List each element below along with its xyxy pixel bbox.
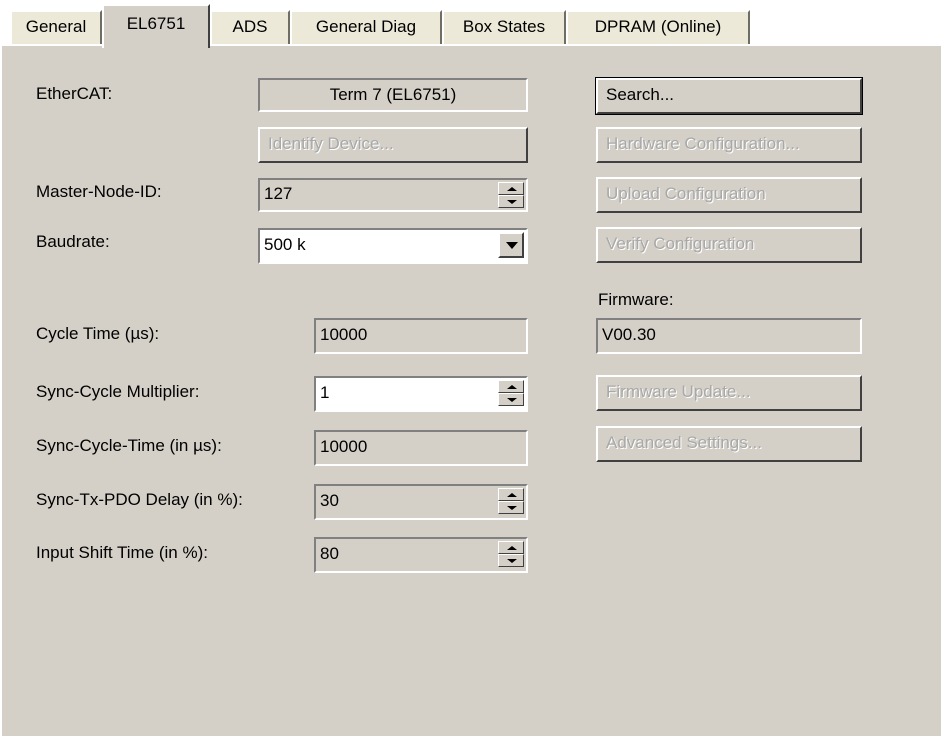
spin-up-icon[interactable] [498,182,524,195]
cycle-time-field: 10000 [314,318,528,354]
spin-up-icon[interactable] [498,488,524,501]
input-shift-time-input[interactable]: 80 [314,537,528,573]
master-node-id-value: 127 [264,184,293,203]
master-node-id-label: Master-Node-ID: [36,182,162,201]
spin-down-icon[interactable] [498,393,524,406]
upload-configuration-button[interactable]: Upload Configuration [596,177,862,213]
verify-configuration-button[interactable]: Verify Configuration [596,227,862,263]
search-button[interactable]: Search... [595,77,863,115]
sync-cycle-time-label: Sync-Cycle-Time (in µs): [36,436,222,455]
spin-up-icon[interactable] [498,380,524,393]
tab-ads[interactable]: ADS [210,10,290,44]
firmware-label: Firmware: [598,290,674,309]
sync-cycle-time-field: 10000 [314,430,528,466]
sync-cycle-multiplier-label: Sync-Cycle Multiplier: [36,382,200,401]
sync-tx-pdo-delay-stepper[interactable] [498,488,524,514]
master-node-id-input[interactable]: 127 [258,178,528,212]
identify-device-button[interactable]: Identify Device... [258,127,528,163]
baudrate-label: Baudrate: [36,232,110,251]
tab-dpram-online[interactable]: DPRAM (Online) [566,10,750,44]
sync-cycle-multiplier-value: 1 [320,383,330,402]
ethercat-label: EtherCAT: [36,84,113,103]
sync-tx-pdo-delay-input[interactable]: 30 [314,484,528,520]
master-node-id-stepper[interactable] [498,182,524,208]
chevron-down-icon[interactable] [498,232,524,258]
sync-tx-pdo-delay-label: Sync-Tx-PDO Delay (in %): [36,490,243,509]
hardware-configuration-button[interactable]: Hardware Configuration... [596,127,862,163]
input-shift-time-label: Input Shift Time (in %): [36,543,208,562]
firmware-version-field: V00.30 [596,318,862,354]
advanced-settings-button[interactable]: Advanced Settings... [596,426,862,462]
ethercat-device-field: Term 7 (EL6751) [258,78,528,112]
baudrate-value: 500 k [264,235,306,254]
spin-down-icon[interactable] [498,501,524,514]
tab-el6751[interactable]: EL6751 [102,4,210,48]
spin-down-icon[interactable] [498,195,524,208]
cycle-time-label: Cycle Time (µs): [36,324,160,343]
tab-strip: General EL6751 ADS General Diag Box Stat… [0,0,941,48]
spin-down-icon[interactable] [498,554,524,567]
input-shift-time-value: 80 [320,544,339,563]
baudrate-select[interactable]: 500 k [258,228,528,264]
spin-up-icon[interactable] [498,541,524,554]
firmware-update-button[interactable]: Firmware Update... [596,375,862,411]
tab-general-diag[interactable]: General Diag [290,10,442,44]
tab-box-states[interactable]: Box States [442,10,566,44]
sync-tx-pdo-delay-value: 30 [320,491,339,510]
sync-cycle-multiplier-stepper[interactable] [498,380,524,406]
input-shift-time-stepper[interactable] [498,541,524,567]
sync-cycle-multiplier-input[interactable]: 1 [314,376,528,412]
tab-general[interactable]: General [10,10,102,44]
